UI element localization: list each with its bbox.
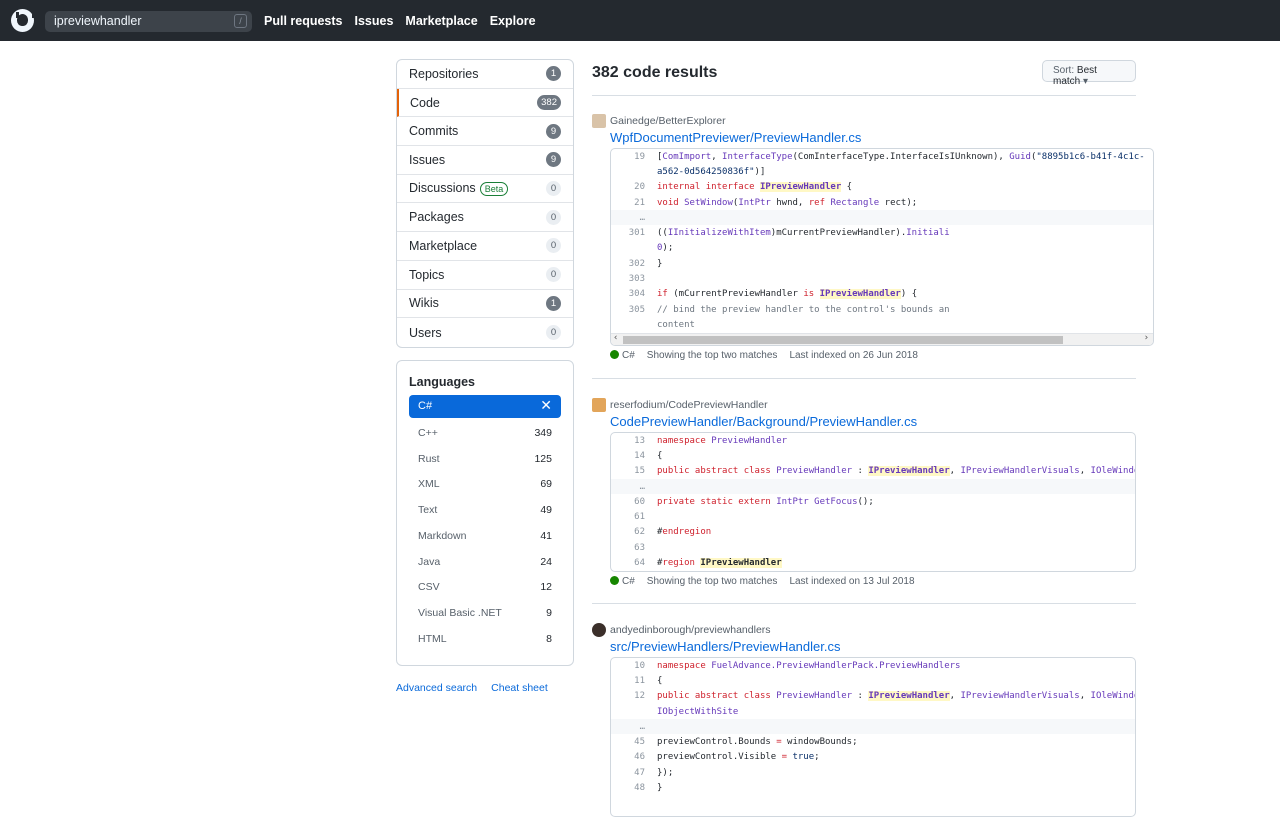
- avatar[interactable]: [592, 623, 606, 637]
- menu-item-marketplace[interactable]: Marketplace 0: [397, 232, 573, 261]
- bottom-links: Advanced search Cheat sheet: [396, 682, 548, 694]
- repo-link[interactable]: reserfodium/CodePreviewHandler: [610, 399, 768, 411]
- menu-item-discussions[interactable]: Discussions Beta 0: [397, 175, 573, 204]
- caret-down-icon: ▾: [1083, 76, 1089, 87]
- top-header: ipreviewhandler / Pull requests Issues M…: [0, 0, 1280, 41]
- nav-issues[interactable]: Issues: [355, 14, 394, 28]
- divider: [592, 378, 1136, 379]
- languages-filter: Languages C# ✕ C++ 349 Rust 125 XML 69 Text…: [396, 360, 574, 666]
- menu-item-packages[interactable]: Packages 0: [397, 203, 573, 233]
- sort-dropdown[interactable]: Sort: Best match ▾: [1042, 60, 1136, 87]
- file-link[interactable]: WpfDocumentPreviewer/PreviewHandler.cs: [610, 130, 1154, 145]
- language-item[interactable]: CSV 12: [418, 581, 552, 593]
- horizontal-scrollbar[interactable]: ‹ ›: [611, 332, 1153, 345]
- search-input[interactable]: ipreviewhandler /: [45, 11, 252, 32]
- menu-item-issues[interactable]: Issues 9: [397, 146, 573, 175]
- search-type-menu: Repositories 1 Code 382 Commits 9 Issues 9 D…: [396, 59, 574, 348]
- code-result: reserfodium/CodePreviewHandler CodePrevi…: [592, 398, 1136, 587]
- divider: [592, 603, 1136, 604]
- repo-link[interactable]: andyedinborough/previewhandlers: [610, 624, 771, 636]
- count-badge: 1: [546, 66, 561, 82]
- nav-pull-requests[interactable]: Pull requests: [264, 14, 343, 28]
- menu-item-wikis[interactable]: Wikis 1: [397, 290, 573, 319]
- github-logo-icon[interactable]: [11, 9, 35, 32]
- language-item[interactable]: Markdown 41: [418, 530, 552, 542]
- scrollbar-thumb[interactable]: [623, 335, 1063, 344]
- count-badge: 0: [546, 181, 561, 197]
- avatar[interactable]: [592, 114, 606, 128]
- language-item[interactable]: XML 69: [418, 478, 552, 490]
- beta-badge: Beta: [479, 182, 509, 197]
- repo-link[interactable]: Gainedge/BetterExplorer: [610, 115, 726, 127]
- language-selected-csharp[interactable]: C# ✕: [409, 395, 561, 418]
- advanced-search-link[interactable]: Advanced search: [396, 682, 477, 694]
- code-result: andyedinborough/previewhandlers src/Prev…: [592, 623, 1136, 817]
- nav-explore[interactable]: Explore: [490, 14, 536, 28]
- language-item[interactable]: C++ 349: [418, 427, 552, 439]
- search-input-value: ipreviewhandler: [54, 14, 142, 28]
- count-badge: 9: [546, 123, 561, 139]
- menu-item-commits[interactable]: Commits 9: [397, 117, 573, 147]
- nav-marketplace[interactable]: Marketplace: [405, 14, 477, 28]
- languages-title: Languages: [409, 375, 475, 389]
- language-color-dot: [610, 575, 619, 585]
- language-item[interactable]: Visual Basic .NET 9: [418, 607, 552, 619]
- language-item[interactable]: Java 24: [418, 556, 552, 568]
- menu-item-code[interactable]: Code 382: [397, 88, 573, 118]
- close-icon[interactable]: ✕: [540, 397, 552, 414]
- count-badge: 382: [537, 95, 561, 111]
- language-item[interactable]: Text 49: [418, 504, 552, 516]
- cheat-sheet-link[interactable]: Cheat sheet: [491, 682, 548, 694]
- results-title: 382 code results: [592, 64, 718, 81]
- file-link[interactable]: src/PreviewHandlers/PreviewHandler.cs: [610, 639, 1136, 654]
- divider: [592, 95, 1136, 96]
- language-item[interactable]: Rust 125: [418, 453, 552, 465]
- count-badge: 1: [546, 295, 561, 311]
- count-badge: 0: [546, 238, 561, 254]
- code-snippet: 19 [ComImport, InterfaceType(ComInterfac…: [610, 148, 1154, 346]
- code-snippet: 10 namespace FuelAdvance.PreviewHandlerPa…: [610, 657, 1136, 817]
- count-badge: 0: [546, 325, 561, 341]
- count-badge: 0: [546, 209, 561, 225]
- count-badge: 0: [546, 267, 561, 283]
- menu-item-users[interactable]: Users 0: [397, 318, 573, 347]
- top-nav: Pull requests Issues Marketplace Explore: [264, 0, 536, 41]
- menu-item-repositories[interactable]: Repositories 1: [397, 60, 573, 89]
- code-snippet: 13 namespace PreviewHandler 14{ 15 public…: [610, 432, 1136, 572]
- slash-shortcut-icon: /: [234, 14, 247, 28]
- menu-item-topics[interactable]: Topics 0: [397, 261, 573, 290]
- count-badge: 9: [546, 152, 561, 168]
- code-result: Gainedge/BetterExplorer WpfDocumentPrevi…: [592, 114, 1154, 361]
- language-item[interactable]: HTML 8: [418, 633, 552, 645]
- avatar[interactable]: [592, 398, 606, 412]
- chevron-right-icon[interactable]: ›: [1144, 333, 1149, 343]
- chevron-left-icon[interactable]: ‹: [613, 333, 618, 343]
- language-color-dot: [610, 349, 619, 359]
- file-link[interactable]: CodePreviewHandler/Background/PreviewHan…: [610, 414, 1136, 429]
